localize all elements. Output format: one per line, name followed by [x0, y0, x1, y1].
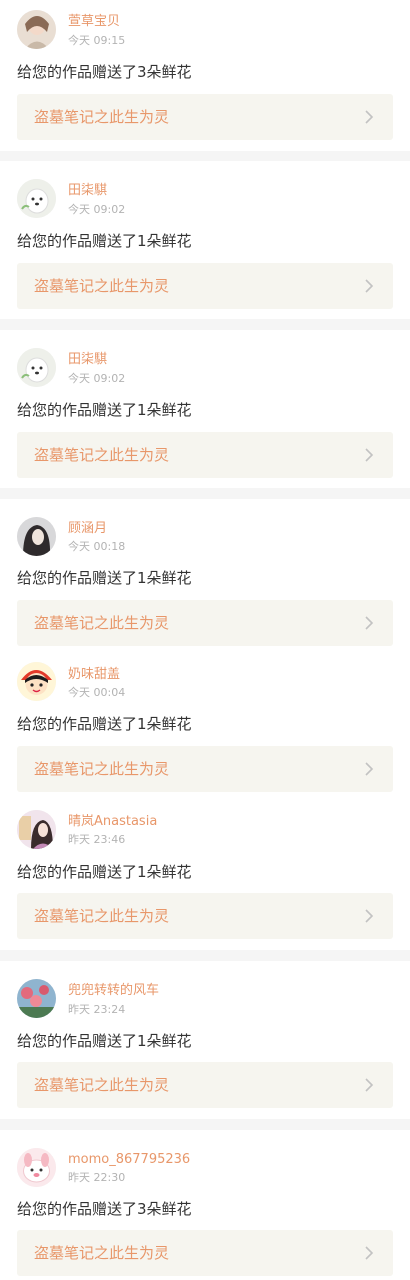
gift-message: 给您的作品赠送了1朵鲜花 [17, 232, 192, 250]
username[interactable]: momo_867795236 [68, 1152, 190, 1168]
notification-card: 田柒騏 今天 09:02 给您的作品赠送了1朵鲜花 盗墓笔记之此生为灵 [0, 161, 410, 319]
notification-card: 奶味甜盖 今天 00:04 给您的作品赠送了1朵鲜花 盗墓笔记之此生为灵 [0, 654, 410, 800]
gift-message: 给您的作品赠送了3朵鲜花 [17, 63, 192, 81]
dark-portrait-avatar[interactable] [17, 517, 56, 556]
timestamp: 今天 09:15 [68, 34, 126, 47]
chevron-right-icon [361, 447, 377, 463]
work-link-button[interactable]: 盗墓笔记之此生为灵 [17, 746, 393, 792]
gift-message: 给您的作品赠送了1朵鲜花 [17, 863, 192, 881]
cartoon-character-avatar[interactable] [17, 662, 56, 701]
portrait-girl-avatar[interactable] [17, 10, 56, 49]
work-link-button[interactable]: 盗墓笔记之此生为灵 [17, 893, 393, 939]
work-title: 盗墓笔记之此生为灵 [34, 760, 170, 778]
work-title: 盗墓笔记之此生为灵 [34, 108, 170, 126]
work-link-button[interactable]: 盗墓笔记之此生为灵 [17, 94, 393, 140]
gift-message: 给您的作品赠送了1朵鲜花 [17, 401, 192, 419]
gift-message: 给您的作品赠送了1朵鲜花 [17, 569, 192, 587]
pink-portrait-avatar[interactable] [17, 810, 56, 849]
timestamp: 今天 09:02 [68, 203, 126, 216]
white-dog-avatar[interactable] [17, 179, 56, 218]
work-title: 盗墓笔记之此生为灵 [34, 907, 170, 925]
work-link-button[interactable]: 盗墓笔记之此生为灵 [17, 1062, 393, 1108]
timestamp: 昨天 22:30 [68, 1171, 126, 1184]
chevron-right-icon [361, 278, 377, 294]
username[interactable]: 田柒騏 [68, 183, 107, 199]
work-link-button[interactable]: 盗墓笔记之此生为灵 [17, 263, 393, 309]
chevron-right-icon [361, 908, 377, 924]
timestamp: 昨天 23:46 [68, 833, 126, 846]
pink-bunny-avatar[interactable] [17, 1148, 56, 1187]
chevron-right-icon [361, 1245, 377, 1261]
work-title: 盗墓笔记之此生为灵 [34, 446, 170, 464]
white-dog-avatar[interactable] [17, 348, 56, 387]
username[interactable]: 晴岚Anastasia [68, 814, 157, 830]
flower-scene-avatar[interactable] [17, 979, 56, 1018]
notification-card: 田柒騏 今天 09:02 给您的作品赠送了1朵鲜花 盗墓笔记之此生为灵 [0, 330, 410, 488]
timestamp: 今天 00:04 [68, 686, 126, 699]
username[interactable]: 奶味甜盖 [68, 667, 120, 683]
username[interactable]: 兜兜转转的风车 [68, 983, 159, 999]
work-link-button[interactable]: 盗墓笔记之此生为灵 [17, 1230, 393, 1276]
notification-card: 萱草宝贝 今天 09:15 给您的作品赠送了3朵鲜花 盗墓笔记之此生为灵 [0, 0, 410, 151]
timestamp: 昨天 23:24 [68, 1003, 126, 1016]
gift-message: 给您的作品赠送了1朵鲜花 [17, 1032, 192, 1050]
work-title: 盗墓笔记之此生为灵 [34, 1076, 170, 1094]
timestamp: 今天 00:18 [68, 540, 126, 553]
work-title: 盗墓笔记之此生为灵 [34, 1244, 170, 1262]
username[interactable]: 顾涵月 [68, 521, 107, 537]
work-title: 盗墓笔记之此生为灵 [34, 277, 170, 295]
gift-message: 给您的作品赠送了1朵鲜花 [17, 715, 192, 733]
chevron-right-icon [361, 761, 377, 777]
notification-card: momo_867795236 昨天 22:30 给您的作品赠送了3朵鲜花 盗墓笔… [0, 1130, 410, 1280]
gift-message: 给您的作品赠送了3朵鲜花 [17, 1200, 192, 1218]
timestamp: 今天 09:02 [68, 372, 126, 385]
notification-card: 顾涵月 今天 00:18 给您的作品赠送了1朵鲜花 盗墓笔记之此生为灵 [0, 499, 410, 654]
work-link-button[interactable]: 盗墓笔记之此生为灵 [17, 432, 393, 478]
work-link-button[interactable]: 盗墓笔记之此生为灵 [17, 600, 393, 646]
chevron-right-icon [361, 1077, 377, 1093]
username[interactable]: 田柒騏 [68, 352, 107, 368]
notification-card: 晴岚Anastasia 昨天 23:46 给您的作品赠送了1朵鲜花 盗墓笔记之此… [0, 800, 410, 950]
chevron-right-icon [361, 109, 377, 125]
notification-card: 兜兜转转的风车 昨天 23:24 给您的作品赠送了1朵鲜花 盗墓笔记之此生为灵 [0, 961, 410, 1119]
chevron-right-icon [361, 615, 377, 631]
work-title: 盗墓笔记之此生为灵 [34, 614, 170, 632]
username[interactable]: 萱草宝贝 [68, 14, 120, 30]
